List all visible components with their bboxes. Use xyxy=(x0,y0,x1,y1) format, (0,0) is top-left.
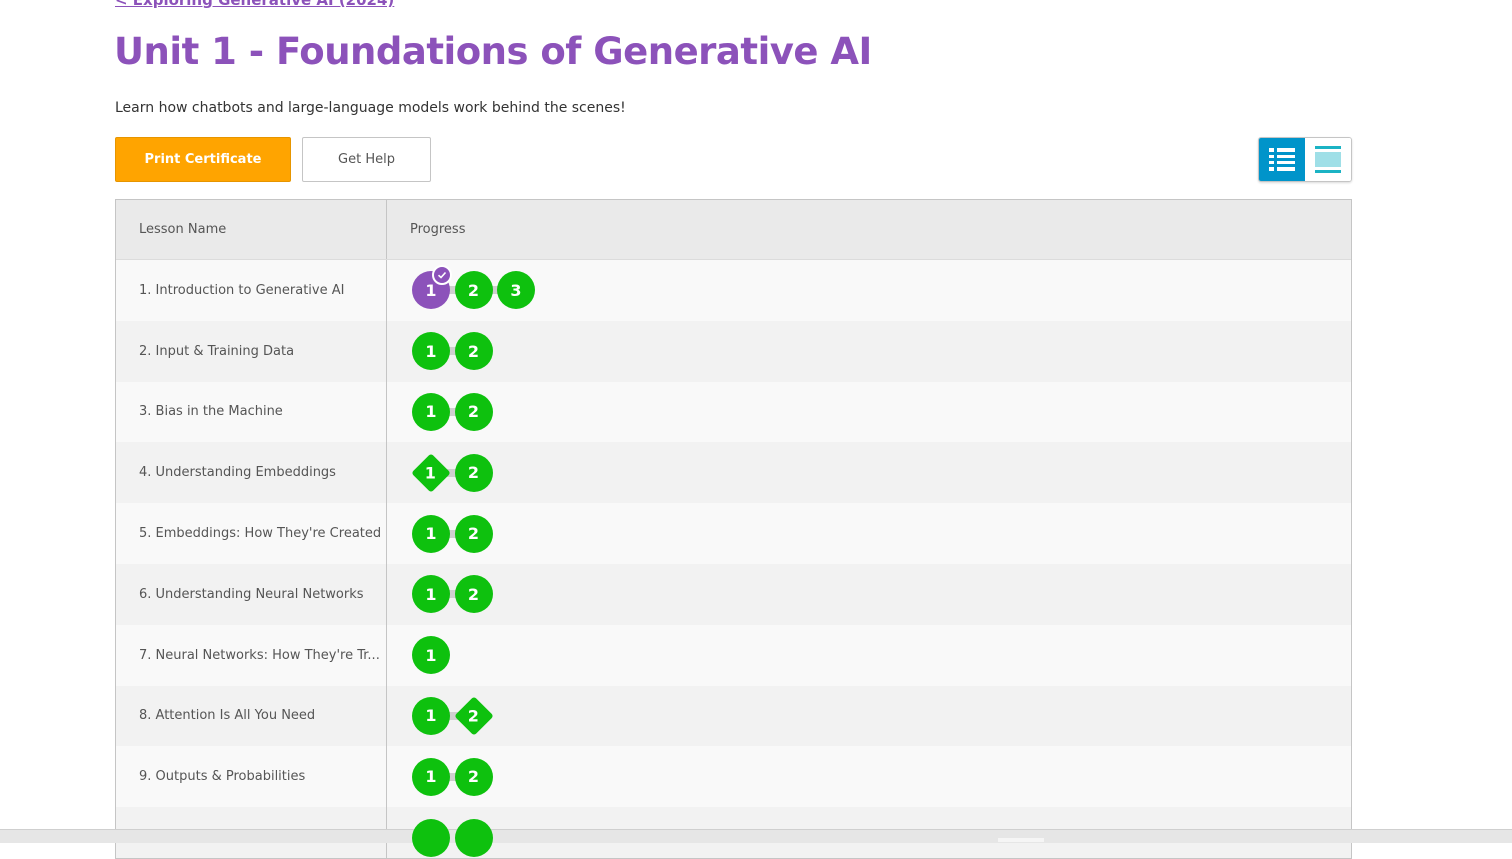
table-body: 1. Introduction to Generative AI 1 2 3 2. In… xyxy=(116,260,1351,858)
level-bubble-wrap: 1 xyxy=(412,575,476,614)
lesson-progress: 1 xyxy=(387,625,455,686)
lesson-name[interactable]: 4. Understanding Embeddings xyxy=(116,442,387,504)
lesson-name[interactable]: 5. Embeddings: How They're Created xyxy=(116,503,387,564)
progress-bubbles: 1 xyxy=(412,636,455,675)
lesson-name[interactable]: 1. Introduction to Generative AI xyxy=(116,260,387,321)
current-level-check-icon xyxy=(432,265,452,286)
level-bubble-wrap: 1 xyxy=(412,757,476,796)
progress-bubbles: 12 xyxy=(412,575,497,614)
level-bubble[interactable]: 1 xyxy=(412,392,450,431)
lesson-progress: 12 xyxy=(387,321,497,382)
lesson-name[interactable]: 8. Attention Is All You Need xyxy=(116,685,387,747)
level-bubble-wrap xyxy=(454,818,493,857)
table-row: 1. Introduction to Generative AI 1 2 3 xyxy=(116,260,1351,321)
level-bubble-wrap: 2 xyxy=(454,332,493,371)
level-bubble-wrap: 1 xyxy=(412,265,476,310)
level-bubble-wrap: 1 xyxy=(412,636,450,675)
lesson-progress: 12 xyxy=(387,746,497,807)
level-bubble-wrap: 1 xyxy=(411,452,476,493)
progress-bubbles: 12 xyxy=(412,392,497,431)
lessons-table: Lesson Name Progress 1. Introduction to … xyxy=(115,199,1352,859)
level-bubble[interactable]: 2 xyxy=(454,332,493,371)
level-bubble[interactable]: 2 xyxy=(454,757,493,796)
level-bubble[interactable]: 3 xyxy=(497,271,535,310)
lesson-progress: 12 xyxy=(387,564,497,625)
level-label: 1 xyxy=(425,463,437,483)
progress-bubbles: 12 xyxy=(411,452,497,493)
level-label: 2 xyxy=(467,706,480,726)
progress-bubbles: 12 xyxy=(412,514,497,553)
level-bubble[interactable]: 1 xyxy=(412,696,450,735)
lesson-name[interactable]: 6. Understanding Neural Networks xyxy=(116,563,387,625)
level-bubble[interactable]: 2 xyxy=(454,271,493,310)
level-bubble-wrap: 2 xyxy=(453,696,494,736)
lesson-progress: 12 xyxy=(387,686,497,747)
level-bubble-wrap: 1 xyxy=(412,514,476,553)
table-row: 6. Understanding Neural Networks 1 2 xyxy=(116,563,1351,625)
level-bubble-wrap: 2 xyxy=(454,575,493,614)
progress-bubbles: 12 xyxy=(412,757,497,796)
header-progress: Progress xyxy=(410,222,466,237)
list-summary-icon xyxy=(1315,145,1341,173)
scrollbar-thumb[interactable] xyxy=(998,838,1044,842)
table-row: 9. Outputs & Probabilities 1 2 xyxy=(116,746,1351,808)
level-bubble-wrap: 1 xyxy=(412,332,476,371)
table-row: 2. Input & Training Data 1 2 xyxy=(116,320,1351,382)
level-bubble-wrap: 3 xyxy=(497,271,535,310)
table-row: 7. Neural Networks: How They're Tr... 1 xyxy=(116,624,1351,686)
level-bubble[interactable]: 2 xyxy=(454,575,493,614)
summary-view-button[interactable] xyxy=(1305,138,1351,181)
page-title: Unit 1 - Foundations of Generative AI xyxy=(114,30,872,73)
level-bubble[interactable]: 1 xyxy=(412,636,450,675)
lesson-name[interactable]: 7. Neural Networks: How They're Tr... xyxy=(116,624,387,686)
lesson-progress: 12 xyxy=(387,503,497,564)
table-row: 3. Bias in the Machine 1 2 xyxy=(116,381,1351,443)
lesson-progress: 12 xyxy=(387,382,497,443)
table-row: 5. Embeddings: How They're Created 1 2 xyxy=(116,503,1351,564)
level-bubble[interactable]: 1 xyxy=(412,514,450,553)
lesson-name[interactable]: 9. Outputs & Probabilities xyxy=(116,746,387,808)
level-diamond[interactable]: 1 xyxy=(411,452,451,493)
progress-bubbles: 12 xyxy=(412,696,497,736)
lesson-name[interactable]: 2. Input & Training Data xyxy=(116,320,387,382)
level-bubble-wrap: 1 xyxy=(412,696,476,735)
level-bubble[interactable]: 1 xyxy=(412,332,450,371)
breadcrumb-link[interactable]: < Exploring Generative AI (2024) xyxy=(115,0,394,9)
level-diamond[interactable]: 2 xyxy=(453,696,494,736)
level-bubble[interactable]: 2 xyxy=(454,453,493,492)
lesson-name[interactable]: 3. Bias in the Machine xyxy=(116,381,387,443)
level-bubble[interactable]: 1 xyxy=(412,575,450,614)
table-row: 4. Understanding Embeddings 1 2 xyxy=(116,442,1351,504)
level-bubble-wrap: 2 xyxy=(454,757,493,796)
level-bubble-wrap: 2 xyxy=(454,392,493,431)
level-bubble[interactable]: 2 xyxy=(454,392,493,431)
print-certificate-button[interactable]: Print Certificate xyxy=(115,137,291,182)
list-detail-icon xyxy=(1269,147,1295,171)
level-bubble-wrap: 2 xyxy=(454,453,493,492)
detail-view-button[interactable] xyxy=(1259,138,1305,181)
progress-bubbles: 12 xyxy=(412,332,497,371)
level-bubble-wrap: 2 xyxy=(454,271,519,310)
unit-description: Learn how chatbots and large-language mo… xyxy=(115,100,626,116)
level-bubble-wrap xyxy=(412,818,476,857)
view-toggle xyxy=(1258,137,1352,182)
lesson-progress: 12 xyxy=(387,442,497,503)
progress-bubbles xyxy=(412,818,497,857)
table-row: 8. Attention Is All You Need 1 2 xyxy=(116,685,1351,747)
level-bubble-wrap: 1 xyxy=(412,392,476,431)
horizontal-scrollbar[interactable] xyxy=(0,829,1512,843)
level-bubble[interactable]: 1 xyxy=(412,757,450,796)
level-bubble[interactable]: 2 xyxy=(454,514,493,553)
level-bubble-wrap: 2 xyxy=(454,514,493,553)
progress-bubbles: 123 xyxy=(412,265,540,310)
get-help-button[interactable]: Get Help xyxy=(302,137,431,182)
header-lesson-name: Lesson Name xyxy=(116,200,387,259)
table-header: Lesson Name Progress xyxy=(116,200,1351,260)
lesson-progress: 123 xyxy=(387,260,540,321)
level-bubble[interactable] xyxy=(412,818,450,857)
level-bubble[interactable] xyxy=(454,818,493,857)
